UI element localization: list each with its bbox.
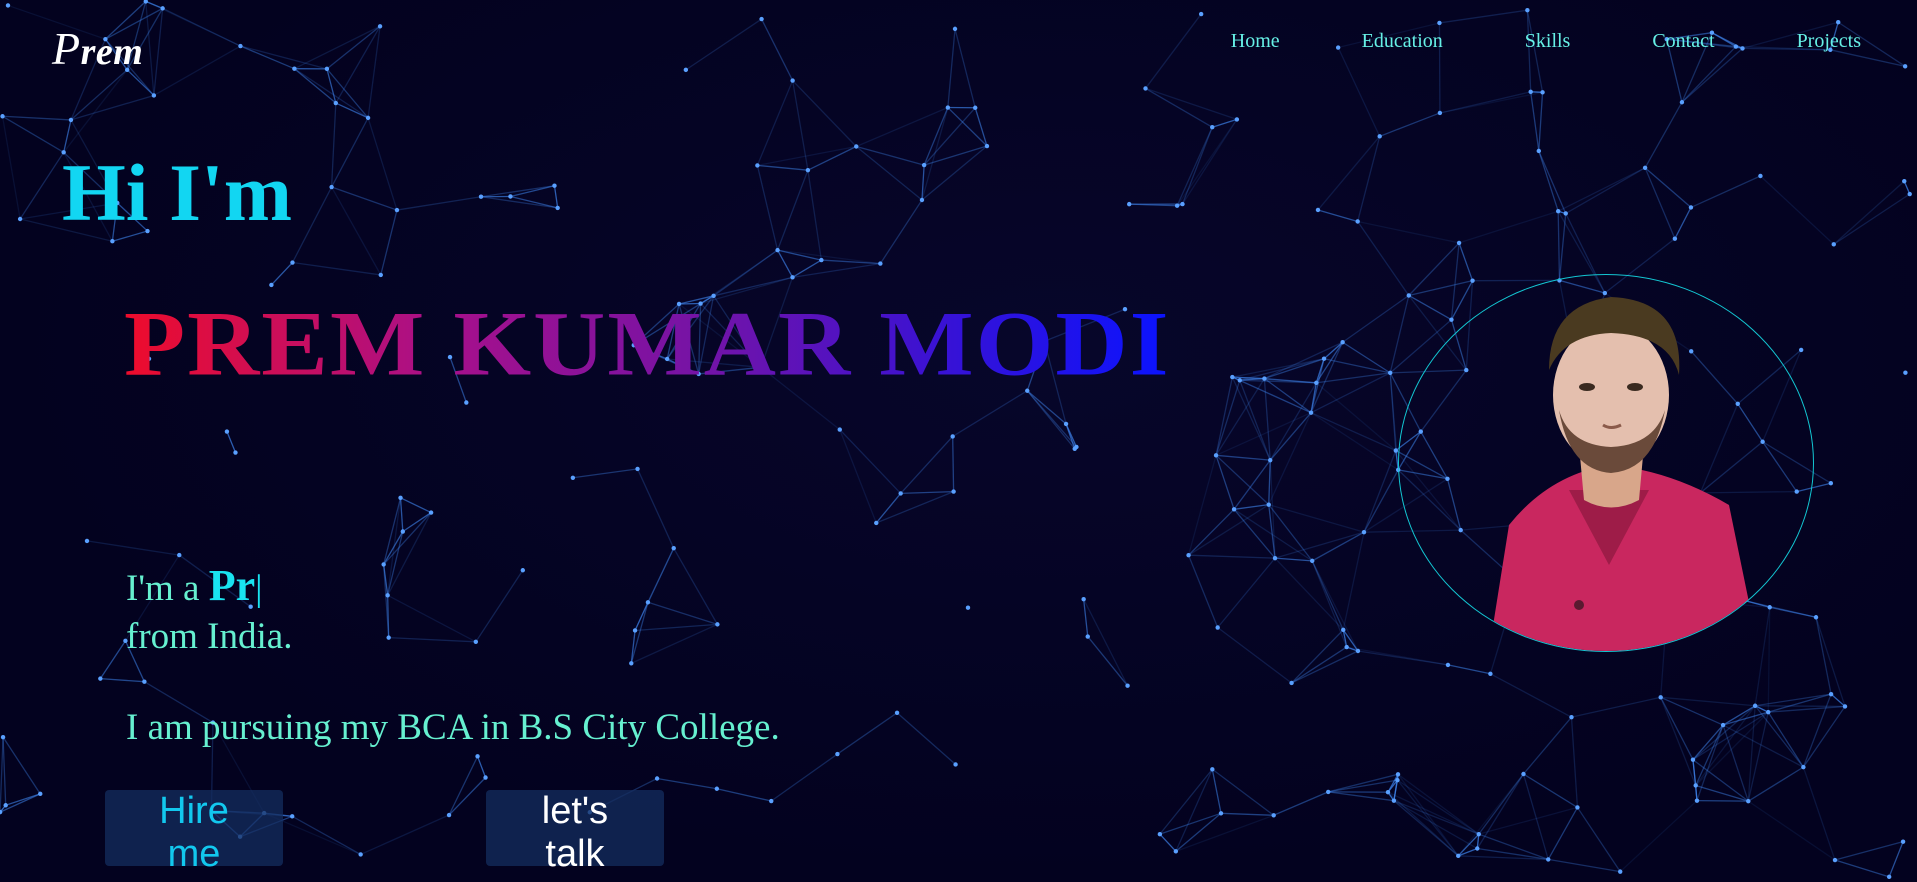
nav-home[interactable]: Home bbox=[1231, 30, 1280, 53]
typing-caret: | bbox=[255, 568, 263, 609]
lets-talk-button[interactable]: let's talk bbox=[486, 790, 664, 875]
hero-intro: I'm a Pr| from India. bbox=[126, 562, 292, 661]
logo-initial: P bbox=[52, 23, 81, 74]
logo-rest: rem bbox=[80, 31, 144, 73]
nav-projects[interactable]: Projects bbox=[1797, 30, 1861, 53]
typed-role: Pr bbox=[208, 561, 256, 610]
profile-photo bbox=[1398, 274, 1814, 652]
intro-prefix: I'm a bbox=[126, 568, 209, 609]
nav-contact[interactable]: Contact bbox=[1652, 30, 1714, 53]
nav-education[interactable]: Education bbox=[1362, 30, 1443, 53]
nav-skills[interactable]: Skills bbox=[1525, 30, 1571, 53]
hire-me-button[interactable]: Hire me bbox=[105, 790, 283, 875]
portfolio-page: Prem Home Education Skills Contact Proje… bbox=[0, 0, 1917, 882]
education-line: I am pursuing my BCA in B.S City College… bbox=[126, 707, 780, 748]
site-logo[interactable]: Prem bbox=[52, 22, 143, 75]
intro-suffix: from India. bbox=[126, 616, 293, 657]
hero-name: PREM KUMAR MODI bbox=[124, 292, 1171, 395]
main-nav: Home Education Skills Contact Projects bbox=[1149, 30, 1861, 53]
hero-greeting: Hi I'm bbox=[62, 147, 293, 238]
intro-line-1: I'm a Pr| bbox=[126, 562, 292, 613]
profile-photo-icon bbox=[1489, 297, 1759, 651]
